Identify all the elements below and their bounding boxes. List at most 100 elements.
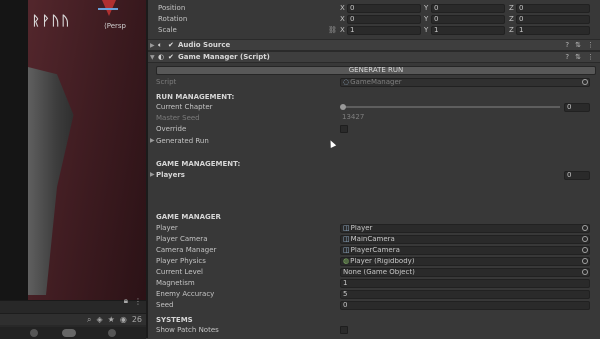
script-field: ◌GameManager xyxy=(340,78,590,87)
game-management-header: GAME MANAGEMENT: xyxy=(156,160,241,168)
camera-manager-field[interactable]: ◫PlayerCamera xyxy=(340,246,590,255)
speaker-icon: 🔈︎ xyxy=(158,41,163,49)
menu-icon[interactable]: ⋮ xyxy=(134,297,142,306)
rotation-y-field[interactable]: 0 xyxy=(431,15,505,24)
scale-x-label: X xyxy=(340,26,345,34)
scene-gizmo-axis-icon xyxy=(98,8,118,20)
rotation-x-label: X xyxy=(340,15,345,23)
tag-icon[interactable]: ◈ xyxy=(97,314,103,325)
scene-play-bar xyxy=(0,327,146,339)
game-manager-section-header-row: GAME MANAGER xyxy=(148,212,600,223)
position-x-field[interactable]: 0 xyxy=(347,4,421,13)
show-patch-notes-label: Show Patch Notes xyxy=(156,326,219,334)
seed-label: Seed xyxy=(156,301,174,309)
gameobject-icon: ◫ xyxy=(343,224,350,232)
chapter-slider-knob[interactable] xyxy=(340,104,346,110)
preset-icon[interactable]: ⇅ xyxy=(575,52,581,63)
chapter-slider-track[interactable] xyxy=(342,106,560,108)
show-patch-notes-checkbox[interactable] xyxy=(340,326,348,334)
persp-label[interactable]: ⟨Persp xyxy=(104,22,126,30)
scale-z-field[interactable]: 1 xyxy=(516,26,590,35)
position-label: Position xyxy=(158,4,186,12)
enemy-accuracy-row: Enemy Accuracy 5 xyxy=(148,289,600,300)
player-field[interactable]: ◫Player xyxy=(340,224,590,233)
object-picker-icon[interactable] xyxy=(582,247,588,253)
player-label: Player xyxy=(156,224,178,232)
camera-manager-row: Camera Manager ◫PlayerCamera xyxy=(148,245,600,256)
star-icon[interactable]: ★ xyxy=(108,314,115,325)
rotation-x-field[interactable]: 0 xyxy=(347,15,421,24)
current-level-row: Current Level None (Game Object) xyxy=(148,267,600,278)
step-dot-icon[interactable] xyxy=(108,329,116,337)
play-dot-icon[interactable] xyxy=(30,329,38,337)
pause-dot-icon[interactable] xyxy=(62,329,76,337)
script-label: Script xyxy=(156,78,177,86)
rotation-z-field[interactable]: 0 xyxy=(516,15,590,24)
more-icon[interactable]: ⋮ xyxy=(587,52,594,63)
fold-arrow-icon[interactable]: ▼ xyxy=(150,52,155,63)
help-icon[interactable]: ? xyxy=(565,52,569,63)
game-management-header-row: GAME MANAGEMENT: xyxy=(148,159,600,170)
seed-field[interactable]: 0 xyxy=(340,301,590,310)
position-y-field[interactable]: 0 xyxy=(431,4,505,13)
component-actions: ? ⇅ ⋮ xyxy=(565,52,594,63)
position-z-field[interactable]: 0 xyxy=(516,4,590,13)
search-icon[interactable]: ⌕ xyxy=(87,314,91,325)
object-picker-icon[interactable] xyxy=(582,258,588,264)
enable-checkbox[interactable]: ✔ xyxy=(168,54,175,61)
player-camera-label: Player Camera xyxy=(156,235,208,243)
eye-icon[interactable]: ◉ xyxy=(120,314,127,325)
magnetism-field[interactable]: 1 xyxy=(340,279,590,288)
preset-icon[interactable]: ⇅ xyxy=(575,40,581,51)
audio-source-header[interactable]: ▶ 🔈︎ ✔ Audio Source ? ⇅ ⋮ xyxy=(148,39,600,51)
scale-y-field[interactable]: 1 xyxy=(431,26,505,35)
fold-arrow-icon[interactable]: ▶ xyxy=(150,40,155,51)
scale-y-label: Y xyxy=(424,26,429,34)
game-manager-header[interactable]: ▼ ◐ ✔ Game Manager (Script) ? ⇅ ⋮ xyxy=(148,51,600,63)
scene-toolbar: ⌕ ◈ ★ ◉ 26 xyxy=(0,313,146,325)
lock-icon[interactable]: 🔒︎ xyxy=(124,296,128,306)
scale-x-field[interactable]: 1 xyxy=(347,26,421,35)
object-picker-icon[interactable] xyxy=(582,269,588,275)
player-physics-field[interactable]: ◍Player (Rigidbody) xyxy=(340,257,590,266)
override-label: Override xyxy=(156,125,187,133)
player-physics-label: Player Physics xyxy=(156,257,206,265)
master-seed-field: 13427 xyxy=(342,114,365,121)
enemy-accuracy-field[interactable]: 5 xyxy=(340,290,590,299)
player-physics-row: Player Physics ◍Player (Rigidbody) xyxy=(148,256,600,267)
generated-run-fold-icon[interactable]: ▶ xyxy=(150,136,155,147)
transform-rotation-row: Rotation X 0 Y 0 Z 0 xyxy=(148,14,600,25)
chapter-value-field[interactable]: 0 xyxy=(564,103,590,112)
script-icon: ◐ xyxy=(158,53,165,61)
player-camera-field[interactable]: ◫MainCamera xyxy=(340,235,590,244)
generate-run-button[interactable]: GENERATE RUN xyxy=(156,66,596,75)
help-icon[interactable]: ? xyxy=(565,40,569,51)
players-fold-icon[interactable]: ▶ xyxy=(150,170,155,181)
game-manager-section-header: GAME MANAGER xyxy=(156,213,221,221)
rotation-label: Rotation xyxy=(158,15,188,23)
override-row: Override xyxy=(148,124,600,135)
player-camera-value: MainCamera xyxy=(350,235,395,243)
current-level-field[interactable]: None (Game Object) xyxy=(340,268,590,277)
object-picker-icon[interactable] xyxy=(582,236,588,242)
enable-checkbox[interactable]: ✔ xyxy=(168,42,175,49)
link-icon[interactable]: ⛓︎ xyxy=(328,25,337,36)
current-chapter-label: Current Chapter xyxy=(156,103,213,111)
override-checkbox[interactable] xyxy=(340,125,348,133)
script-value: GameManager xyxy=(350,78,402,86)
component-title: Game Manager (Script) xyxy=(178,53,270,61)
generated-run-row[interactable]: ▶ Generated Run xyxy=(148,136,600,147)
script-row: Script ◌GameManager xyxy=(148,77,600,88)
scene-view[interactable]: ᚱᚹᚢᚢ ⟨Persp xyxy=(0,0,146,338)
player-physics-value: Player (Rigidbody) xyxy=(350,257,415,265)
visible-count: 26 xyxy=(131,315,142,324)
component-actions: ? ⇅ ⋮ xyxy=(565,40,594,51)
enemy-accuracy-label: Enemy Accuracy xyxy=(156,290,215,298)
players-row[interactable]: ▶ Players 0 xyxy=(148,170,600,181)
object-picker-icon[interactable] xyxy=(582,225,588,231)
more-icon[interactable]: ⋮ xyxy=(587,40,594,51)
systems-header-row: SYSTEMS xyxy=(148,315,600,326)
gameobject-icon: ◫ xyxy=(343,246,350,254)
players-size-field[interactable]: 0 xyxy=(564,171,590,180)
seed-row: Seed 0 xyxy=(148,300,600,311)
